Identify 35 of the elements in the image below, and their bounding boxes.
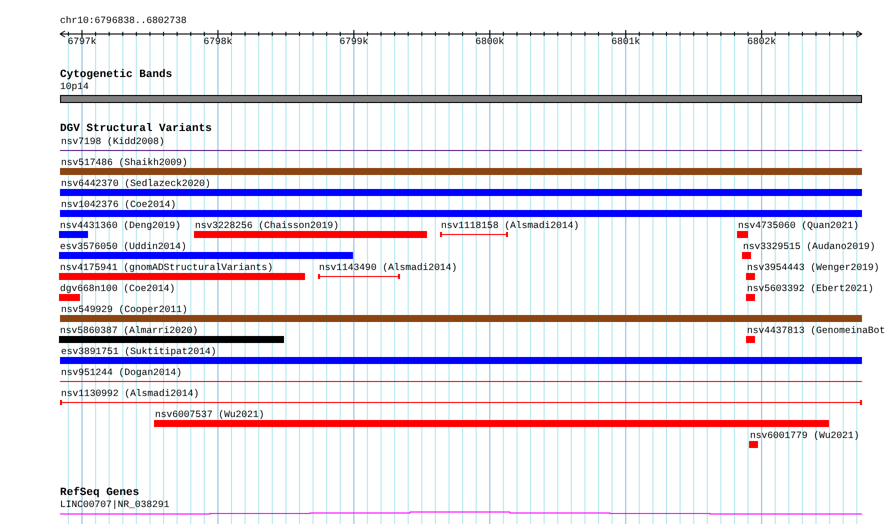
tick-label: 6799k <box>339 36 368 47</box>
variant-label: nsv7198 (Kidd2008) <box>61 136 165 147</box>
variant-label: nsv3954443 (Wenger2019) <box>747 262 880 273</box>
tick-label: 6797k <box>68 36 96 47</box>
tick-label: 6800k <box>475 36 504 47</box>
variant-label: nsv4431360 (Deng2019) <box>60 220 181 231</box>
tick-label: 6798k <box>204 36 232 47</box>
region-label: chr10:6796838..6802738 <box>60 15 187 26</box>
gene-label: LINC00707|NR_038291 <box>60 499 170 510</box>
variant-label: nsv4437813 (GenomeinaBot <box>747 325 886 336</box>
variant-label: nsv6001779 (Wu2021) <box>750 430 860 441</box>
track-title: DGV Structural Variants <box>60 123 212 135</box>
variant-label: nsv5603392 (Ebert2021) <box>747 283 874 294</box>
tick-label: 6801k <box>611 36 640 47</box>
track-title: Cytogenetic Bands <box>60 69 172 81</box>
variant-label: nsv951244 (Dogan2014) <box>61 367 182 378</box>
variant-label: nsv4175941 (gnomADStructuralVariants) <box>60 262 274 273</box>
variant-label: nsv4735060 (Quan2021) <box>738 220 859 231</box>
variant-label: nsv6007537 (Wu2021) <box>155 409 264 420</box>
variant-label: nsv1042376 (Coe2014) <box>61 199 176 210</box>
variant-label: nsv1130992 (Alsmadi2014) <box>61 388 200 399</box>
track-title: RefSeq Genes <box>60 487 140 499</box>
variant-label: nsv549929 (Cooper2011) <box>61 304 188 315</box>
variant-label: nsv1143490 (Alsmadi2014) <box>319 262 458 273</box>
variant-label: nsv6442370 (Sedlazeck2020) <box>61 178 211 189</box>
variant-label: nsv517486 (Shaikh2009) <box>61 157 188 168</box>
variant-label: nsv3329515 (Audano2019) <box>743 241 876 252</box>
tick-label: 6802k <box>747 36 776 47</box>
variant-label: nsv3228256 (Chaisson2019) <box>195 220 339 231</box>
variant-label: nsv1118158 (Alsmadi2014) <box>441 220 580 231</box>
variant-label: nsv5860387 (Almarri2020) <box>60 325 198 336</box>
variant-label: dgv668n100 (Coe2014) <box>60 283 176 294</box>
band-label: 10p14 <box>60 81 89 92</box>
variant-label: esv3576050 (Uddin2014) <box>60 241 187 252</box>
variant-label: esv3891751 (Suktitipat2014) <box>61 346 216 357</box>
